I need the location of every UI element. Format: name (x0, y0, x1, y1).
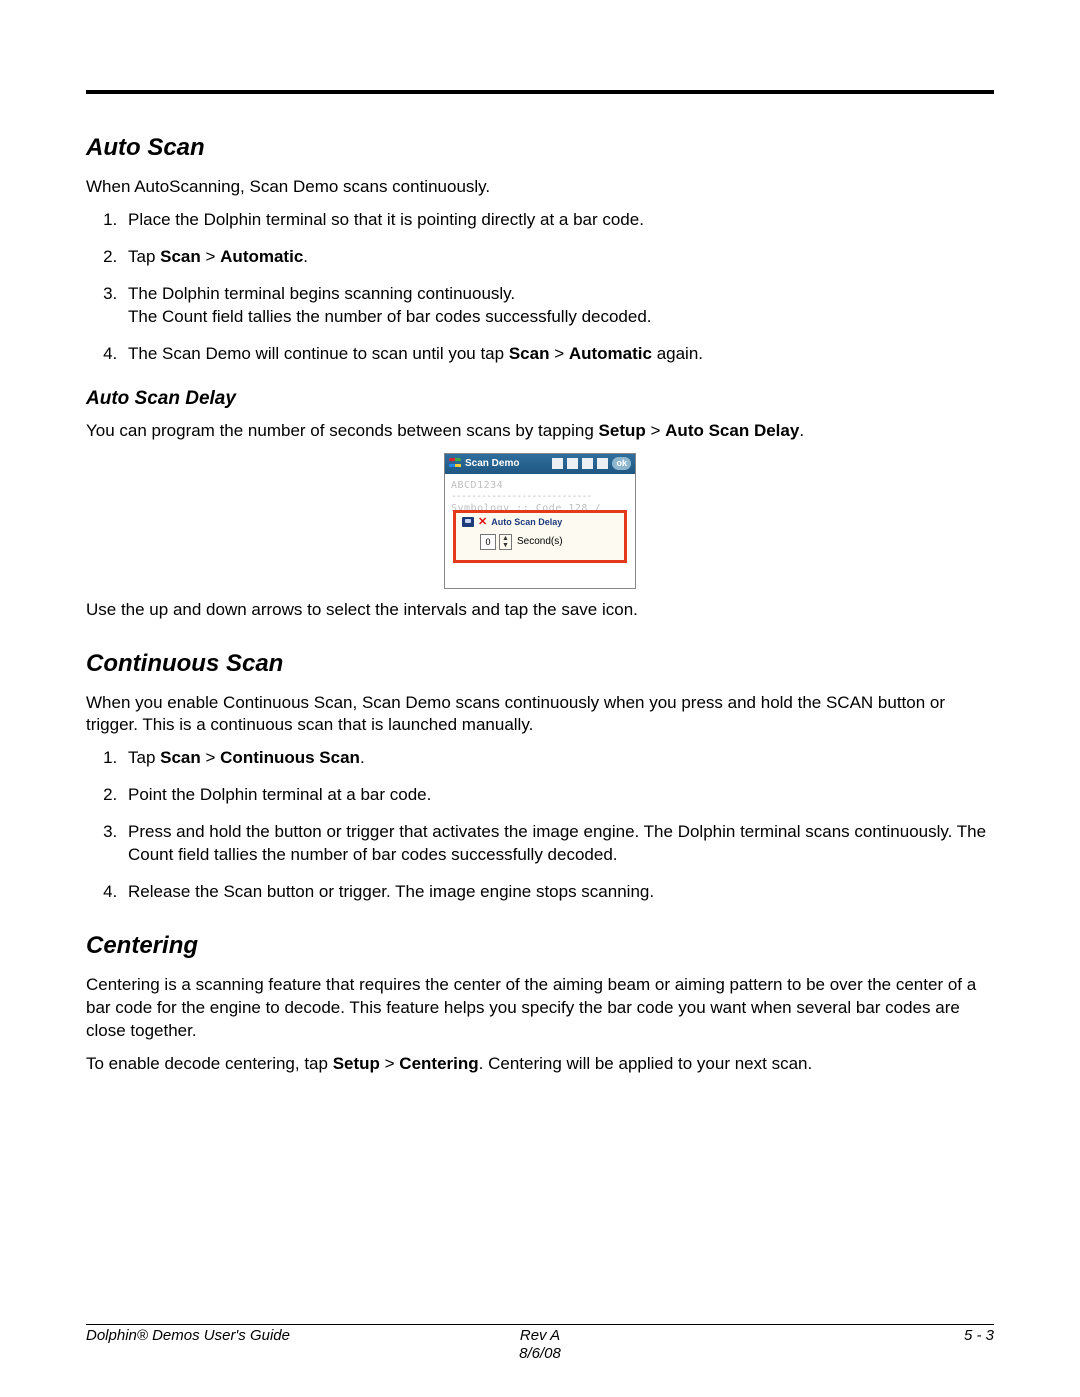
continuous-intro: When you enable Continuous Scan, Scan De… (86, 692, 994, 738)
screenshot-faint-text: ---------------------------- (451, 491, 629, 503)
heading-auto-scan-delay: Auto Scan Delay (86, 388, 994, 410)
heading-auto-scan: Auto Scan (86, 134, 994, 162)
list-item: The Scan Demo will continue to scan unti… (122, 343, 994, 366)
step-text: The Scan Demo will continue to scan unti… (128, 344, 509, 363)
step-text: > (549, 344, 568, 363)
footer-rule (86, 1324, 994, 1325)
battery-icon (552, 458, 563, 469)
seconds-label: Second(s) (517, 536, 563, 547)
text: . Centering will be applied to your next… (479, 1054, 813, 1073)
centering-para2: To enable decode centering, tap Setup > … (86, 1053, 994, 1076)
footer-page-number: 5 - 3 (691, 1327, 994, 1344)
continuous-steps: Tap Scan > Continuous Scan. Point the Do… (86, 747, 994, 904)
page-footer: Dolphin® Demos User's Guide Rev A 8/6/08… (86, 1327, 994, 1363)
seconds-spinner[interactable]: ▲ ▼ (499, 534, 512, 550)
step-text: . (360, 748, 365, 767)
heading-centering: Centering (86, 932, 994, 960)
volume-icon (597, 458, 608, 469)
screenshot-wrap: Scan Demo ok ABCD1234 ------------------… (86, 453, 994, 589)
heading-continuous-scan: Continuous Scan (86, 650, 994, 678)
signal-icon (582, 458, 593, 469)
step-bold: Continuous Scan (220, 748, 360, 767)
autoscan-intro: When AutoScanning, Scan Demo scans conti… (86, 176, 994, 199)
text: To enable decode centering, tap (86, 1054, 333, 1073)
step-text: > (201, 748, 220, 767)
step-bold: Automatic (220, 247, 303, 266)
ok-button[interactable]: ok (612, 457, 631, 470)
step-bold: Automatic (569, 344, 652, 363)
text: > (380, 1054, 399, 1073)
chevron-down-icon[interactable]: ▼ (500, 542, 511, 549)
bold: Setup (599, 421, 646, 440)
save-icon[interactable] (462, 517, 474, 527)
delay-below: Use the up and down arrows to select the… (86, 599, 994, 622)
list-item: Place the Dolphin terminal so that it is… (122, 209, 994, 232)
footer-center: Rev A 8/6/08 (389, 1327, 692, 1363)
screenshot-client: ABCD1234 ---------------------------- Sy… (445, 474, 635, 588)
screenshot-title: Scan Demo (465, 458, 519, 469)
step-text: Tap (128, 748, 160, 767)
page: Auto Scan When AutoScanning, Scan Demo s… (0, 0, 1080, 1397)
step-text: Point the Dolphin terminal at a bar code… (128, 785, 431, 804)
step-subtext: The Count field tallies the number of ba… (128, 306, 994, 329)
centering-para1: Centering is a scanning feature that req… (86, 974, 994, 1043)
step-text: Press and hold the button or trigger tha… (128, 822, 986, 864)
close-icon[interactable]: ✕ (478, 517, 487, 528)
list-item: Press and hold the button or trigger tha… (122, 821, 994, 867)
windows-flag-icon (449, 458, 461, 470)
text: . (799, 421, 804, 440)
delay-para: You can program the number of seconds be… (86, 420, 994, 443)
step-text: Release the Scan button or trigger. The … (128, 882, 654, 901)
footer-rev: Rev A (520, 1327, 560, 1344)
dialog-row: 0 ▲ ▼ Second(s) (480, 534, 618, 550)
list-item: Tap Scan > Automatic. (122, 246, 994, 269)
seconds-value-input[interactable]: 0 (480, 534, 496, 550)
footer-guide-title: Dolphin® Demos User's Guide (86, 1327, 389, 1344)
step-bold: Scan (160, 748, 201, 767)
step-text: again. (652, 344, 703, 363)
autoscan-steps: Place the Dolphin terminal so that it is… (86, 209, 994, 366)
list-item: Point the Dolphin terminal at a bar code… (122, 784, 994, 807)
bold: Centering (399, 1054, 478, 1073)
dialog-header: ✕ Auto Scan Delay (462, 517, 618, 528)
step-bold: Scan (509, 344, 550, 363)
text: You can program the number of seconds be… (86, 421, 599, 440)
screenshot-faint-text: ABCD1234 (451, 480, 629, 492)
footer-date: 8/6/08 (519, 1345, 561, 1362)
list-item: The Dolphin terminal begins scanning con… (122, 283, 994, 329)
screenshot-titlebar: Scan Demo ok (445, 454, 635, 474)
dialog-title: Auto Scan Delay (491, 517, 562, 527)
chevron-up-icon[interactable]: ▲ (500, 535, 511, 542)
bold: Setup (333, 1054, 380, 1073)
text: > (646, 421, 665, 440)
step-text: Place the Dolphin terminal so that it is… (128, 210, 644, 229)
step-text: The Dolphin terminal begins scanning con… (128, 284, 515, 303)
step-text: . (303, 247, 308, 266)
top-rule (86, 90, 994, 94)
step-text: Tap (128, 247, 160, 266)
list-item: Release the Scan button or trigger. The … (122, 881, 994, 904)
list-item: Tap Scan > Continuous Scan. (122, 747, 994, 770)
screenshot: Scan Demo ok ABCD1234 ------------------… (444, 453, 636, 589)
step-text: > (201, 247, 220, 266)
connectivity-icon (567, 458, 578, 469)
step-bold: Scan (160, 247, 201, 266)
auto-scan-delay-dialog: ✕ Auto Scan Delay 0 ▲ ▼ Second(s) (453, 510, 627, 563)
bold: Auto Scan Delay (665, 421, 799, 440)
